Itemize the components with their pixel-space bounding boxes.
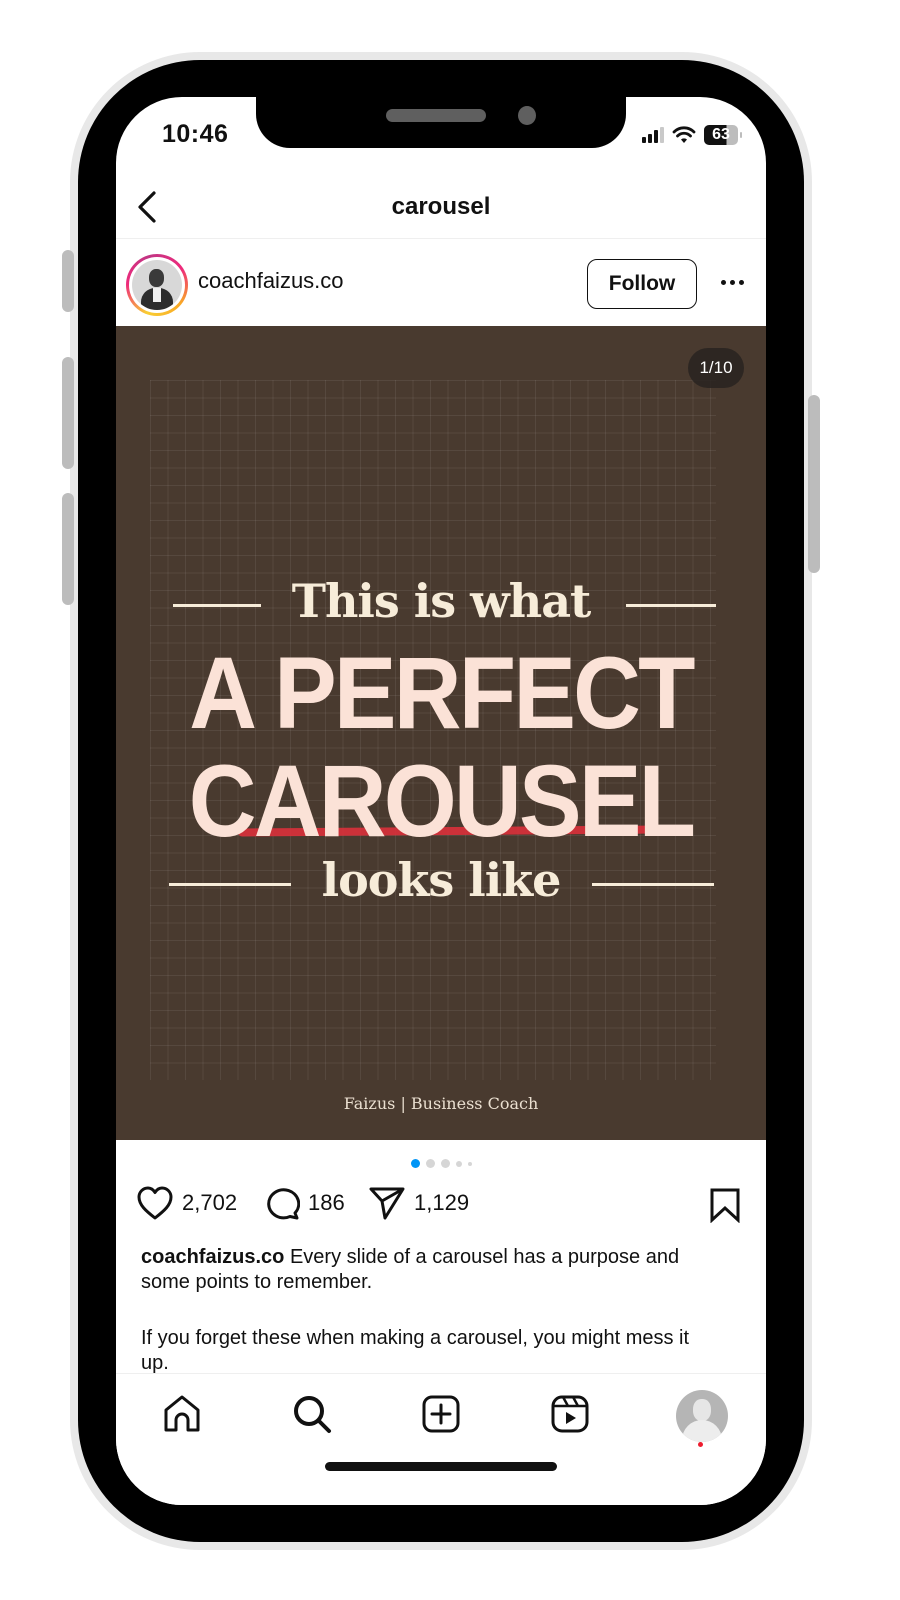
- status-time: 10:46: [162, 120, 229, 148]
- profile-avatar: [676, 1390, 728, 1442]
- tab-profile[interactable]: [674, 1388, 730, 1444]
- share-button[interactable]: 1,129: [368, 1185, 469, 1221]
- caption-username[interactable]: coachfaizus.co: [141, 1246, 284, 1268]
- search-icon: [294, 1396, 331, 1433]
- more-options-button[interactable]: [716, 272, 748, 292]
- phone-screen: 10:46 63 carousel coachfaizus.co Follow …: [116, 97, 766, 1505]
- slide-headline-top: This is what: [291, 574, 592, 628]
- signal-icon: [642, 127, 664, 143]
- heart-icon: [137, 1186, 173, 1220]
- shares-count: 1,129: [414, 1190, 470, 1215]
- status-icons: 63: [642, 125, 742, 145]
- post-header: coachfaizus.co Follow: [116, 240, 766, 326]
- comment-button[interactable]: 186: [264, 1185, 345, 1221]
- comments-count: 186: [308, 1190, 345, 1215]
- comment-icon: [267, 1188, 300, 1220]
- wifi-icon: [672, 126, 696, 143]
- post-caption: coachfaizus.co Every slide of a carousel…: [141, 1245, 721, 1376]
- slide-headline-main-1: A PERFECT: [189, 636, 695, 750]
- nav-header: carousel: [116, 179, 766, 239]
- front-camera: [518, 106, 536, 125]
- post-actions: 2,702 186 1,129: [116, 1185, 766, 1229]
- bottom-tab-bar: [116, 1373, 766, 1505]
- home-icon: [164, 1395, 200, 1432]
- slide-headline-main-2: CAROUSEL: [188, 744, 696, 858]
- reels-icon: [551, 1395, 589, 1433]
- pagination-dot: [455, 1160, 462, 1167]
- slide-counter: 1/10: [688, 348, 744, 388]
- carousel-slide[interactable]: 1/10 This is what A PERFECT CAROUSEL loo…: [116, 326, 766, 1140]
- save-button[interactable]: [708, 1187, 742, 1223]
- notification-dot: [698, 1442, 703, 1447]
- speaker-grille: [386, 109, 486, 122]
- notch: [256, 97, 626, 148]
- pagination-dot: [425, 1159, 435, 1168]
- avatar-photo: [132, 260, 182, 310]
- post-username[interactable]: coachfaizus.co: [198, 268, 344, 294]
- story-avatar[interactable]: [126, 254, 188, 316]
- page-title: carousel: [391, 193, 491, 220]
- volume-down-button: [62, 493, 74, 605]
- tab-search[interactable]: [290, 1392, 334, 1436]
- tab-create[interactable]: [419, 1392, 463, 1436]
- plus-square-icon: [422, 1395, 460, 1433]
- battery-icon: 63: [704, 125, 742, 145]
- carousel-pagination: [116, 1159, 766, 1168]
- mute-switch: [62, 250, 74, 312]
- volume-up-button: [62, 357, 74, 469]
- more-horizontal-icon: [720, 279, 726, 285]
- caption-text-2: If you forget these when making a carous…: [141, 1327, 690, 1374]
- slide-footer: Faizus | Business Coach: [343, 1094, 539, 1113]
- pagination-dot-active: [410, 1159, 420, 1168]
- pagination-dot: [440, 1159, 450, 1168]
- tab-home[interactable]: [160, 1392, 204, 1436]
- home-indicator[interactable]: [325, 1462, 557, 1471]
- likes-count: 2,702: [182, 1190, 238, 1215]
- follow-button[interactable]: Follow: [587, 259, 697, 309]
- like-button[interactable]: 2,702: [136, 1185, 237, 1221]
- bookmark-icon: [710, 1188, 740, 1223]
- tab-reels[interactable]: [548, 1392, 592, 1436]
- power-button: [808, 395, 820, 573]
- pagination-dot: [467, 1161, 472, 1166]
- send-icon: [369, 1187, 405, 1220]
- slide-headline-bottom: looks like: [321, 853, 562, 907]
